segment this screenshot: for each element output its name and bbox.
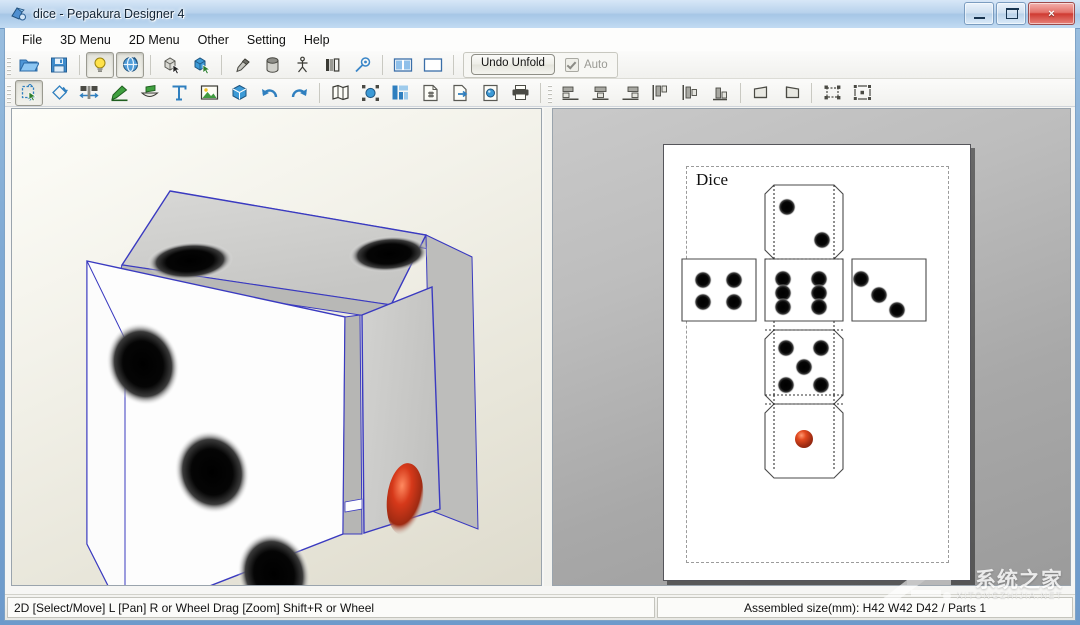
single-view-icon[interactable] — [419, 52, 447, 78]
edge-id-icon[interactable] — [348, 52, 376, 78]
save-file-icon[interactable] — [45, 52, 73, 78]
window-controls: × — [964, 2, 1075, 24]
application-window: dice - Pepakura Designer 4 × File 3D Men… — [0, 0, 1080, 625]
title-bar: dice - Pepakura Designer 4 × — [0, 0, 1080, 29]
maximize-button[interactable] — [996, 2, 1026, 25]
rotate-part-icon[interactable] — [45, 80, 73, 106]
toolbar-separator — [79, 55, 80, 75]
cylinder-icon[interactable] — [258, 52, 286, 78]
toolbar-grip[interactable] — [7, 55, 11, 75]
menu-2d[interactable]: 2D Menu — [120, 30, 189, 50]
menu-3d[interactable]: 3D Menu — [51, 30, 120, 50]
menu-setting[interactable]: Setting — [238, 30, 295, 50]
align-top-icon[interactable] — [646, 80, 674, 106]
menu-other[interactable]: Other — [189, 30, 238, 50]
select-move-icon[interactable] — [15, 80, 43, 106]
toolbar-grip[interactable] — [548, 83, 552, 103]
auto-checkbox-box[interactable] — [565, 58, 579, 72]
join-disjoin-icon[interactable] — [75, 80, 103, 106]
2d-unfold-viewport[interactable]: Dice — [552, 108, 1071, 586]
toolbar-separator — [540, 83, 541, 103]
undo-icon[interactable] — [255, 80, 283, 106]
toolbar-primary: Undo Unfold Auto — [5, 51, 1075, 79]
minimize-button[interactable] — [964, 2, 994, 25]
flip-vertical-icon[interactable] — [777, 80, 805, 106]
close-button[interactable]: × — [1028, 2, 1075, 25]
menu-file[interactable]: File — [13, 30, 51, 50]
menu-help[interactable]: Help — [295, 30, 339, 50]
toolbar-separator — [811, 83, 812, 103]
rotate-3d-icon[interactable] — [116, 52, 144, 78]
select-part-icon[interactable] — [187, 52, 215, 78]
open-file-icon[interactable] — [15, 52, 43, 78]
page-sheet[interactable]: Dice — [663, 144, 971, 581]
print-preview-icon[interactable] — [476, 80, 504, 106]
text-tool-icon[interactable] — [165, 80, 193, 106]
panel-splitter[interactable] — [544, 108, 552, 586]
align-middle-v-icon[interactable] — [676, 80, 704, 106]
align-left-icon[interactable] — [556, 80, 584, 106]
cube-tool-icon[interactable] — [225, 80, 253, 106]
toolbar-separator — [319, 83, 320, 103]
unfold-map-icon[interactable] — [326, 80, 354, 106]
window-title: dice - Pepakura Designer 4 — [33, 5, 184, 23]
lighting-icon[interactable] — [86, 52, 114, 78]
close-icon: × — [1029, 8, 1074, 20]
maximize-icon — [1006, 8, 1018, 19]
client-area: File 3D Menu 2D Menu Other Setting Help — [4, 28, 1076, 621]
status-assembled-size: Assembled size(mm): H42 W42 D42 / Parts … — [657, 597, 1073, 618]
auto-checkbox[interactable]: Auto — [565, 58, 608, 72]
flip-horizontal-icon[interactable] — [747, 80, 775, 106]
toolbar-secondary — [5, 79, 1075, 107]
flap-icon[interactable] — [318, 52, 346, 78]
image-tool-icon[interactable] — [195, 80, 223, 106]
pepakura-app-icon — [10, 5, 27, 22]
unfold-controls-group: Undo Unfold Auto — [463, 52, 618, 78]
undo-unfold-button[interactable]: Undo Unfold — [471, 54, 555, 75]
figure-scale-icon[interactable] — [288, 52, 316, 78]
toolbar-separator — [453, 55, 454, 75]
align-center-h-icon[interactable] — [586, 80, 614, 106]
redo-icon[interactable] — [285, 80, 313, 106]
toolbar-separator — [382, 55, 383, 75]
toolbar-separator — [150, 55, 151, 75]
edit-line-icon[interactable] — [105, 80, 133, 106]
status-bar: 2D [Select/Move] L [Pan] R or Wheel Drag… — [5, 594, 1075, 620]
scale-fit-icon[interactable] — [356, 80, 384, 106]
toolbar-separator — [740, 83, 741, 103]
align-right-icon[interactable] — [616, 80, 644, 106]
minimize-icon — [974, 17, 985, 19]
group-icon[interactable] — [818, 80, 846, 106]
export-icon[interactable] — [446, 80, 474, 106]
align-bottom-icon[interactable] — [706, 80, 734, 106]
work-area: Dice — [5, 107, 1075, 594]
status-hint-text: 2D [Select/Move] L [Pan] R or Wheel Drag… — [7, 597, 655, 618]
auto-checkbox-label: Auto — [584, 59, 608, 71]
print-icon[interactable] — [506, 80, 534, 106]
toolbar-grip[interactable] — [7, 83, 11, 103]
ungroup-icon[interactable] — [848, 80, 876, 106]
toolbar-separator — [221, 55, 222, 75]
split-view-vertical-icon[interactable] — [389, 52, 417, 78]
add-flap-icon[interactable] — [135, 80, 163, 106]
3d-model-viewport[interactable] — [11, 108, 542, 586]
paint-icon[interactable] — [228, 52, 256, 78]
select-face-icon[interactable] — [157, 52, 185, 78]
arrange-parts-icon[interactable] — [386, 80, 414, 106]
menu-bar: File 3D Menu 2D Menu Other Setting Help — [5, 28, 1075, 51]
page-setup-icon[interactable] — [416, 80, 444, 106]
